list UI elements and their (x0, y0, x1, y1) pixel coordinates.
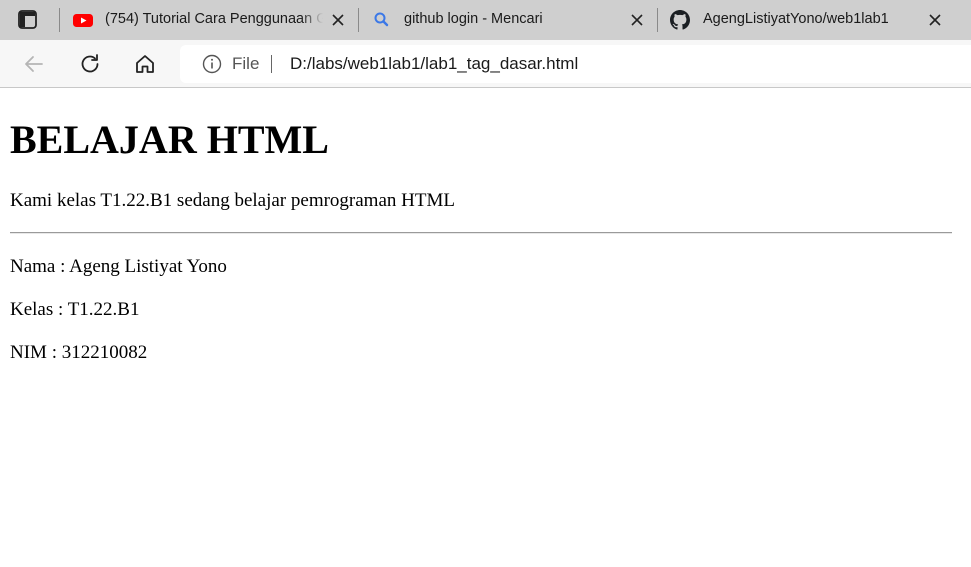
tab-github[interactable]: AgengListiyatYono/web1lab1 (658, 0, 956, 40)
scrollbar-area (952, 89, 971, 567)
back-arrow-icon[interactable] (22, 52, 46, 76)
tab-title: github login - Mencari (404, 11, 543, 27)
tab-search[interactable]: github login - Mencari (359, 0, 657, 40)
youtube-icon (73, 14, 93, 27)
scheme-label: File (232, 54, 260, 73)
search-icon (374, 12, 389, 27)
info-icon[interactable] (201, 53, 223, 75)
tab-title: AgengListiyatYono/web1lab1 (703, 11, 889, 27)
student-class: Kelas : T1.22.B1 (10, 299, 140, 320)
tab-title: (754) Tutorial Cara Penggunaan Git (105, 11, 323, 27)
close-tab-icon[interactable] (330, 12, 346, 28)
address-divider (271, 55, 272, 73)
student-nim: NIM : 312210082 (10, 342, 148, 363)
page-content: BELAJAR HTML Kami kelas T1.22.B1 sedang … (0, 89, 952, 567)
close-tab-icon[interactable] (927, 12, 943, 28)
home-icon[interactable] (133, 52, 157, 76)
close-tab-icon[interactable] (629, 12, 645, 28)
tab-strip: (754) Tutorial Cara Penggunaan Git githu… (0, 0, 971, 40)
tab-youtube[interactable]: (754) Tutorial Cara Penggunaan Git (60, 0, 358, 40)
browser-toolbar: File D:/labs/web1lab1/lab1_tag_dasar.htm… (0, 40, 971, 88)
url-text[interactable]: D:/labs/web1lab1/lab1_tag_dasar.html (290, 54, 578, 74)
tab-actions-icon (18, 10, 37, 29)
refresh-icon[interactable] (78, 52, 102, 76)
student-name: Nama : Ageng Listiyat Yono (10, 256, 227, 277)
page-heading: BELAJAR HTML (10, 117, 329, 162)
page-description: Kami kelas T1.22.B1 sedang belajar pemro… (10, 190, 455, 211)
github-icon (670, 10, 690, 30)
tab-actions-button[interactable] (16, 9, 40, 31)
horizontal-rule (10, 232, 952, 234)
address-bar[interactable]: File D:/labs/web1lab1/lab1_tag_dasar.htm… (180, 45, 971, 83)
